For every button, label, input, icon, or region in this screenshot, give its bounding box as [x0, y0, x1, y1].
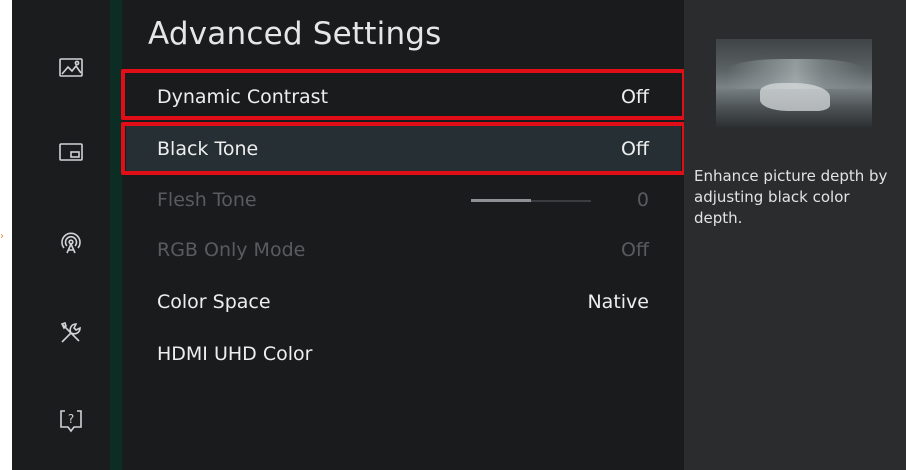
page-title: Advanced Settings — [148, 16, 442, 52]
screen-icon[interactable] — [56, 137, 86, 167]
flesh-tone-slider-fill — [471, 199, 531, 202]
row-value: Native — [587, 291, 649, 313]
support-icon[interactable]: ? — [56, 405, 86, 435]
svg-text:?: ? — [68, 412, 74, 426]
tools-icon[interactable] — [56, 318, 86, 348]
row-label: RGB Only Mode — [157, 239, 306, 261]
row-label: Flesh Tone — [157, 189, 257, 211]
row-flesh-tone: Flesh Tone 0 — [126, 176, 681, 224]
broadcast-icon[interactable] — [56, 228, 86, 258]
highlight-box-black-tone — [121, 122, 686, 175]
highlight-box-dynamic-contrast — [121, 69, 686, 120]
row-rgb-only-mode: RGB Only Mode Off — [126, 226, 681, 274]
sidebar: ? — [12, 0, 110, 470]
edge-marker: › — [0, 231, 4, 242]
picture-icon[interactable] — [56, 53, 86, 83]
row-hdmi-uhd-color[interactable]: HDMI UHD Color — [126, 330, 681, 378]
row-value: 0 — [636, 189, 649, 211]
row-color-space[interactable]: Color Space Native — [126, 278, 681, 326]
preview-image — [716, 39, 872, 127]
row-label: Color Space — [157, 291, 271, 313]
row-label: HDMI UHD Color — [157, 343, 313, 365]
row-value: Off — [620, 239, 649, 261]
setting-description: Enhance picture depth by adjusting black… — [694, 167, 888, 227]
